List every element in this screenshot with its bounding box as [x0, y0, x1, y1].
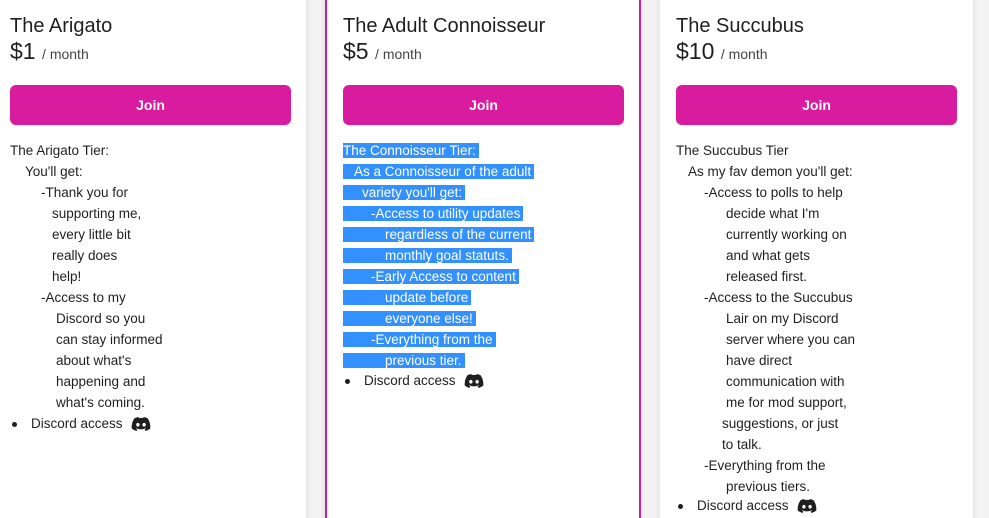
- price-amount: $1: [10, 38, 36, 64]
- description-line: can stay informed: [56, 332, 163, 347]
- join-button[interactable]: Join: [10, 85, 291, 125]
- benefit-item: Discord access: [678, 495, 817, 517]
- description-line: and what gets: [726, 248, 811, 263]
- description-line: The Connoisseur Tier:: [343, 140, 479, 161]
- price-period: / month: [42, 46, 89, 62]
- description-line: have direct: [726, 353, 793, 368]
- price-amount: $10: [676, 38, 715, 64]
- tier-list: The Arigato $1 / month Join The Arigato …: [0, 0, 989, 518]
- description-line: really does: [52, 248, 118, 263]
- description-line: -Access to my: [41, 290, 126, 305]
- benefit-item: Discord access: [345, 370, 484, 392]
- description-line: regardless of the current: [343, 224, 535, 245]
- description-line: -Early Access to content: [343, 266, 519, 287]
- description-line: monthly goal statuts.: [343, 245, 512, 266]
- tier-card-succubus: The Succubus $10 / month Join The Succub…: [660, 0, 973, 518]
- tier-card-adult-connoisseur: The Adult Connoisseur $5 / month Join Th…: [325, 0, 641, 518]
- description-line: Discord so you: [56, 311, 146, 326]
- description-line: me for mod support,: [726, 395, 847, 410]
- description-line: previous tiers.: [726, 479, 811, 494]
- description-line: to talk.: [722, 437, 762, 452]
- description-line: -Access to the Succubus: [704, 290, 853, 305]
- description-line: -Access to utility updates: [343, 203, 524, 224]
- discord-icon: [131, 417, 150, 431]
- benefit-label: Discord access: [364, 373, 456, 388]
- description-line: update before: [343, 287, 472, 308]
- benefit-label: Discord access: [697, 498, 789, 513]
- description-line: help!: [52, 269, 82, 284]
- description-line: communication with: [726, 374, 845, 389]
- description-line: released first.: [726, 269, 808, 284]
- discord-icon: [797, 499, 816, 513]
- description-line: server where you can: [726, 332, 856, 347]
- description-line: The Succubus Tier: [676, 143, 789, 158]
- description-line: happening and: [56, 374, 146, 389]
- description-line: variety you'll get:: [343, 182, 466, 203]
- price-period: / month: [375, 46, 422, 62]
- bullet-dot: [345, 378, 350, 384]
- description-line: previous tier.: [343, 350, 465, 371]
- description-line: You'll get:: [25, 164, 83, 179]
- tier-price: $1 / month: [10, 36, 89, 66]
- description-line: about what's: [56, 353, 132, 368]
- description-line: what's coming.: [56, 395, 145, 410]
- price-amount: $5: [343, 38, 369, 64]
- description-line: everyone else!: [343, 308, 476, 329]
- bullet-dot: [12, 421, 17, 427]
- benefit-item: Discord access: [12, 413, 151, 435]
- description-line: suggestions, or just: [722, 416, 839, 431]
- description-line: decide what I'm: [726, 206, 820, 221]
- bullet-dot: [678, 503, 683, 509]
- tier-price: $5 / month: [343, 36, 422, 66]
- discord-icon: [464, 374, 483, 388]
- description-line: -Everything from the: [343, 329, 496, 350]
- description-line: The Arigato Tier:: [10, 143, 110, 158]
- price-period: / month: [720, 46, 768, 62]
- description-line: As my fav demon you'll get:: [688, 164, 853, 179]
- description-line: -Everything from the: [704, 458, 826, 473]
- description-line: -Access to polls to help: [704, 185, 843, 200]
- description-line: currently working on: [726, 227, 847, 242]
- tier-price: $10 / month: [676, 36, 768, 66]
- benefit-label: Discord access: [31, 416, 123, 431]
- description-line: As a Connoisseur of the adult: [343, 161, 535, 182]
- join-button[interactable]: Join: [676, 85, 957, 125]
- description-line: Lair on my Discord: [726, 311, 839, 326]
- description-line: supporting me,: [52, 206, 142, 221]
- description-line: every little bit: [52, 227, 131, 242]
- join-button[interactable]: Join: [343, 85, 624, 125]
- tier-card-arigato: The Arigato $1 / month Join The Arigato …: [0, 0, 306, 518]
- description-line: -Thank you for: [41, 185, 129, 200]
